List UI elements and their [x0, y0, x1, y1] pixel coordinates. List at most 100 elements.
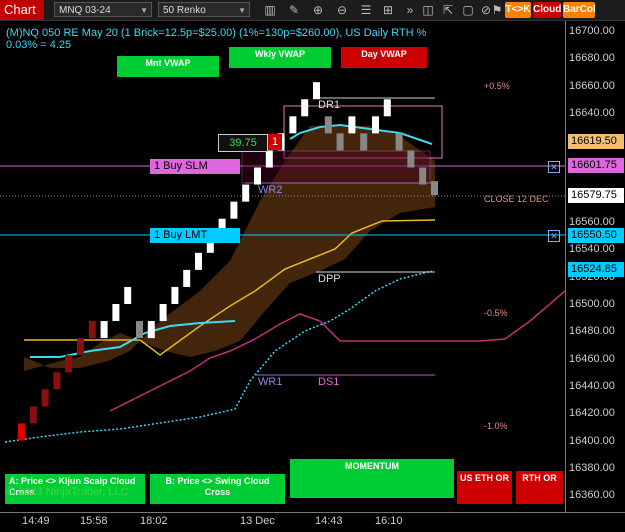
renko-brick — [407, 150, 415, 168]
wr1-label: WR1 — [258, 376, 283, 388]
fast-forward-icon[interactable]: » — [402, 2, 418, 18]
bars-icon[interactable]: ▥ — [262, 2, 278, 18]
maximize-icon[interactable]: ▢ — [460, 2, 476, 18]
renko-brick — [242, 184, 250, 202]
draw-objects-icon[interactable]: ⊞ — [380, 2, 396, 18]
chart-plot-area[interactable]: (M)NQ 050 RE May 20 (1 Brick=12.5p=$25.0… — [0, 21, 566, 512]
renko-brick — [348, 116, 356, 134]
renko-brick — [360, 133, 368, 151]
cyan-line-price-tag: 16524.85 — [568, 262, 624, 277]
time-tick: 15:58 — [80, 515, 108, 527]
renko-brick — [254, 167, 261, 185]
renko-brick — [195, 252, 202, 270]
dr1-label: DR1 — [318, 99, 341, 111]
weekly-vwap-button[interactable]: Wkly VWAP — [229, 47, 331, 68]
renko-brick — [88, 321, 96, 339]
renko-brick — [100, 321, 108, 339]
close-icon[interactable]: ✕ — [548, 161, 560, 173]
close-icon[interactable]: ✕ — [548, 230, 560, 242]
swing-cloud-button[interactable]: B: Price <> Swing Cloud Cross — [150, 474, 285, 504]
screenshot-icon[interactable]: ◫ — [420, 2, 436, 18]
renko-brick — [301, 99, 309, 117]
instrument-selector[interactable]: MNQ 03-24 ▼ — [54, 2, 152, 17]
renko-brick — [29, 406, 37, 424]
pct-plus-half-label: +0.5% — [484, 81, 510, 91]
monthly-vwap-button[interactable]: Mnt VWAP — [117, 56, 219, 77]
order-qty-badge[interactable]: 1 — [268, 134, 282, 150]
renko-brick — [171, 286, 179, 304]
renko-brick — [136, 321, 143, 339]
momentum-button[interactable]: MOMENTUM — [290, 459, 454, 498]
chevron-down-icon: ▼ — [140, 6, 148, 15]
time-axis[interactable]: 14:49 15:58 18:02 13 Dec 14:43 16:10 — [0, 512, 625, 532]
pct-minus-half-label: -0.5% — [484, 308, 508, 318]
last-price-tag: 16619.50 — [568, 134, 624, 149]
time-tick: 13 Dec — [240, 515, 275, 527]
price-tick: 16680.00 — [569, 52, 615, 65]
renko-brick — [324, 116, 332, 134]
price-tick: 16460.00 — [569, 352, 615, 365]
renko-brick — [77, 338, 84, 356]
period-value: 50 Renko — [163, 5, 206, 16]
renko-brick — [313, 82, 320, 100]
us-eth-or-button[interactable]: US ETH OR — [457, 471, 512, 504]
price-tick: 16420.00 — [569, 407, 615, 420]
order-qty-box[interactable]: 39.75 — [218, 134, 268, 152]
time-tick: 14:43 — [315, 515, 343, 527]
renko-brick — [383, 99, 391, 117]
price-tick: 16700.00 — [569, 25, 615, 37]
price-tick: 16640.00 — [569, 106, 615, 119]
price-tick: 16380.00 — [569, 461, 615, 474]
price-tick: 16660.00 — [569, 79, 615, 92]
instrument-value: MNQ 03-24 — [59, 5, 111, 16]
share-icon[interactable]: ⇱ — [440, 2, 456, 18]
price-tick: 16360.00 — [569, 489, 615, 502]
price-tick: 16400.00 — [569, 434, 615, 447]
chart-toolbar: Chart MNQ 03-24 ▼ 50 Renko ▼ ▥ ✎ ⊕ ⊖ ☰ ⊞… — [0, 0, 625, 21]
chart-subtitle: 0.03% = 4.25 — [6, 39, 72, 51]
time-tick: 14:49 — [22, 515, 50, 527]
zoom-out-icon[interactable]: ⊖ — [334, 2, 350, 18]
price-tick: 16480.00 — [569, 325, 615, 338]
close-label: CLOSE 12 DEC — [484, 194, 549, 204]
rth-or-button[interactable]: RTH OR — [516, 471, 563, 504]
chart-tab[interactable]: Chart — [0, 0, 44, 20]
daily-vwap-button[interactable]: Day VWAP — [341, 47, 427, 68]
buy-slm-price-tag: 16601.75 — [568, 158, 624, 173]
period-selector[interactable]: 50 Renko ▼ — [158, 2, 250, 17]
renko-brick — [124, 286, 132, 304]
pct-minus-one-label: -1.0% — [484, 421, 508, 431]
cloud-toggle-button[interactable]: Cloud — [533, 2, 561, 18]
pencil-icon[interactable]: ✎ — [286, 2, 302, 18]
renko-brick — [112, 304, 120, 322]
chart-title: (M)NQ 050 RE May 20 (1 Brick=12.5p=$25.0… — [6, 27, 427, 39]
renko-brick — [419, 167, 427, 185]
renko-brick — [41, 389, 49, 407]
zoom-in-icon[interactable]: ⊕ — [310, 2, 326, 18]
ds1-label: DS1 — [318, 376, 340, 388]
price-axis[interactable]: 16700.0016680.0016660.0016640.0016620.00… — [565, 21, 625, 512]
renko-brick — [289, 116, 297, 134]
renko-brick — [65, 355, 73, 373]
renko-brick — [431, 181, 438, 196]
renko-brick — [53, 372, 61, 390]
renko-brick — [336, 133, 344, 151]
renko-brick — [18, 423, 25, 441]
buy-slm-order-label[interactable]: 1 Buy SLM — [150, 159, 240, 174]
time-tick: 18:02 — [140, 515, 168, 527]
renko-brick — [183, 269, 191, 287]
renko-brick — [147, 321, 155, 339]
properties-icon[interactable]: ☰ — [358, 2, 374, 18]
chevron-down-icon: ▼ — [238, 6, 246, 15]
renko-brick — [372, 116, 379, 134]
buy-lmt-order-label[interactable]: 1 Buy LMT — [150, 228, 240, 243]
chart-canvas — [0, 82, 566, 443]
barcol-toggle-button[interactable]: BarCol — [563, 2, 596, 18]
dpp-label: DPP — [318, 273, 341, 285]
price-tick: 16540.00 — [569, 243, 615, 256]
price-tick: 16500.00 — [569, 298, 615, 310]
flag-icon[interactable]: ⚑ — [489, 2, 505, 18]
renko-brick — [395, 133, 403, 151]
close-price-tag: 16579.75 — [568, 188, 624, 203]
tk-toggle-button[interactable]: T<>K — [505, 2, 531, 18]
